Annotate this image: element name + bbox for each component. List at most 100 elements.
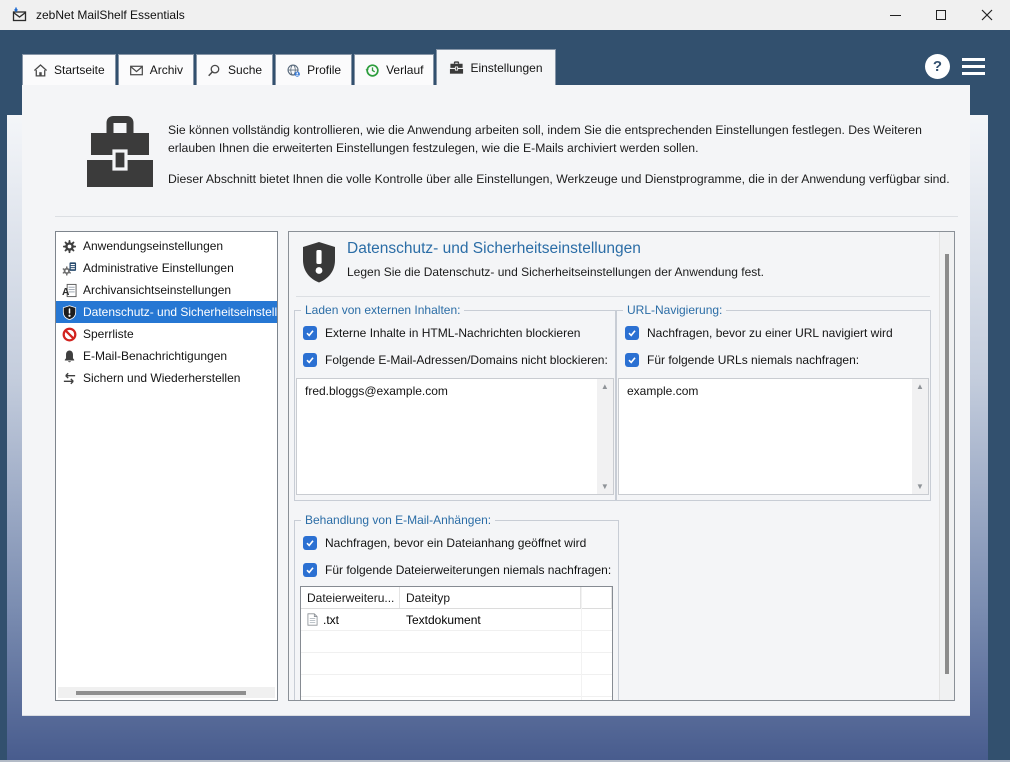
sidebar-item-anwendungseinstellungen[interactable]: Anwendungseinstellungen	[56, 235, 277, 257]
check-icon	[305, 565, 315, 575]
scroll-up-icon[interactable]	[597, 382, 613, 391]
sidebar-item-administrative-einstellungen[interactable]: Administrative Einstellungen	[56, 257, 277, 279]
textarea-value: fred.bloggs@example.com	[297, 379, 613, 403]
table-row[interactable]: .txt Textdokument	[301, 609, 612, 631]
url-whitelist-textarea[interactable]: example.com	[618, 378, 929, 495]
tab-profile[interactable]: Profile	[275, 54, 352, 85]
admin-gear-icon	[61, 260, 77, 276]
checkbox-ask-before-attachment[interactable]: Nachfragen, bevor ein Dateianhang geöffn…	[303, 536, 611, 550]
privacy-security-panel: Datenschutz- und Sicherheitseinstellunge…	[288, 231, 955, 701]
checkbox-checked[interactable]	[625, 326, 639, 340]
tab-verlauf[interactable]: Verlauf	[354, 54, 434, 85]
sidebar-item-label: Datenschutz- und Sicherheitseinstellunge…	[83, 305, 277, 319]
check-icon	[627, 355, 637, 365]
sidebar-item-datenschutz-sicherheit[interactable]: Datenschutz- und Sicherheitseinstellunge…	[56, 301, 277, 323]
domain-whitelist-textarea[interactable]: fred.bloggs@example.com	[296, 378, 614, 495]
divider	[55, 216, 958, 217]
window-controls	[872, 0, 1010, 30]
help-icon: ?	[933, 58, 942, 75]
scroll-down-icon[interactable]	[912, 482, 928, 491]
checkbox-whitelist-domains[interactable]: Folgende E-Mail-Adressen/Domains nicht b…	[303, 353, 608, 367]
app-window: zebNet MailShelf Essentials Startseite	[0, 0, 1010, 762]
tab-einstellungen[interactable]: Einstellungen	[436, 49, 555, 85]
shield-large-icon	[302, 241, 336, 285]
table-row-empty	[301, 631, 612, 653]
panel-title: Datenschutz- und Sicherheitseinstellunge…	[347, 240, 641, 258]
tab-archiv[interactable]: Archiv	[118, 54, 194, 85]
tab-startseite[interactable]: Startseite	[22, 54, 116, 85]
checkbox-ask-before-url[interactable]: Nachfragen, bevor zu einer URL navigiert…	[625, 326, 923, 340]
column-header-extension[interactable]: Dateierweiteru...	[301, 587, 400, 608]
envelope-icon	[129, 63, 144, 78]
check-icon	[627, 328, 637, 338]
textarea-scrollbar[interactable]	[912, 379, 928, 494]
checkbox-checked[interactable]	[303, 326, 317, 340]
maximize-icon	[936, 10, 946, 20]
tab-label: Startseite	[54, 63, 105, 77]
scroll-down-icon[interactable]	[597, 482, 613, 491]
group-external-content: Laden von externen Inhalten: Externe Inh…	[294, 303, 616, 501]
text-file-icon	[307, 613, 318, 626]
sidebar-item-archivansichtseinstellungen[interactable]: A Archivansichtseinstellungen	[56, 279, 277, 301]
cell-extension: .txt	[323, 613, 339, 627]
table-row-empty	[301, 653, 612, 675]
checkbox-checked[interactable]	[303, 563, 317, 577]
title-bar: zebNet MailShelf Essentials	[0, 0, 1010, 30]
scrollbar-thumb[interactable]	[76, 691, 246, 695]
group-legend: URL-Navigierung:	[623, 303, 726, 317]
settings-page: Sie können vollständig kontrollieren, wi…	[22, 85, 970, 716]
tab-label: Verlauf	[386, 63, 423, 77]
tab-suche[interactable]: Suche	[196, 54, 273, 85]
column-header-filetype[interactable]: Dateityp	[400, 587, 581, 608]
svg-text:A: A	[62, 287, 70, 298]
close-button[interactable]	[964, 0, 1010, 30]
checkbox-label: Nachfragen, bevor zu einer URL navigiert…	[647, 326, 893, 340]
checkbox-checked[interactable]	[303, 353, 317, 367]
tab-label: Einstellungen	[470, 61, 542, 75]
scrollbar-thumb[interactable]	[945, 254, 949, 674]
menu-button[interactable]	[962, 58, 985, 75]
hamburger-icon	[962, 58, 985, 61]
help-button[interactable]: ?	[925, 54, 950, 79]
textarea-scrollbar[interactable]	[597, 379, 613, 494]
checkbox-label: Externe Inhalte in HTML-Nachrichten bloc…	[325, 326, 580, 340]
extension-table: Dateierweiteru... Dateityp	[300, 586, 613, 701]
panel-subtitle: Legen Sie die Datenschutz- und Sicherhei…	[347, 265, 764, 279]
scroll-up-icon[interactable]	[912, 382, 928, 391]
intro-paragraph-2: Dieser Abschnitt bietet Ihnen die volle …	[168, 170, 968, 188]
column-header-empty	[581, 587, 612, 608]
minimize-button[interactable]	[872, 0, 918, 30]
globe-users-icon	[286, 63, 301, 78]
main-tab-bar: Startseite Archiv Suche	[22, 49, 558, 85]
search-icon	[207, 63, 222, 78]
bell-icon	[61, 348, 77, 364]
check-icon	[305, 538, 315, 548]
panel-vertical-scrollbar[interactable]	[939, 232, 954, 700]
toolbox-icon	[449, 60, 464, 75]
window-title: zebNet MailShelf Essentials	[36, 8, 185, 22]
gear-icon	[61, 238, 77, 254]
checkbox-block-external-content[interactable]: Externe Inhalte in HTML-Nachrichten bloc…	[303, 326, 608, 340]
settings-category-list: Anwendungseinstellungen	[55, 231, 278, 701]
check-icon	[305, 328, 315, 338]
group-attachments: Behandlung von E-Mail-Anhängen: Nachfrag…	[294, 513, 619, 701]
sidebar-item-email-benachrichtigungen[interactable]: E-Mail-Benachrichtigungen	[56, 345, 277, 367]
block-icon	[61, 326, 77, 342]
sidebar-item-label: Sperrliste	[83, 327, 134, 341]
archive-view-icon: A	[61, 282, 77, 298]
sidebar-item-label: Sichern und Wiederherstellen	[83, 371, 240, 385]
history-icon	[365, 63, 380, 78]
checkbox-checked[interactable]	[625, 353, 639, 367]
maximize-button[interactable]	[918, 0, 964, 30]
shield-alert-icon	[61, 304, 77, 320]
sidebar-item-sichern-wiederherstellen[interactable]: Sichern und Wiederherstellen	[56, 367, 277, 389]
checkbox-checked[interactable]	[303, 536, 317, 550]
checkbox-url-whitelist[interactable]: Für folgende URLs niemals nachfragen:	[625, 353, 923, 367]
settings-intro: Sie können vollständig kontrollieren, wi…	[168, 121, 968, 188]
tab-label: Suche	[228, 63, 262, 77]
sidebar-item-sperrliste[interactable]: Sperrliste	[56, 323, 277, 345]
home-icon	[33, 63, 48, 78]
checkbox-extension-whitelist[interactable]: Für folgende Dateierweiterungen niemals …	[303, 563, 611, 577]
horizontal-scrollbar[interactable]	[58, 687, 275, 698]
sidebar-item-label: Archivansichtseinstellungen	[83, 283, 231, 297]
